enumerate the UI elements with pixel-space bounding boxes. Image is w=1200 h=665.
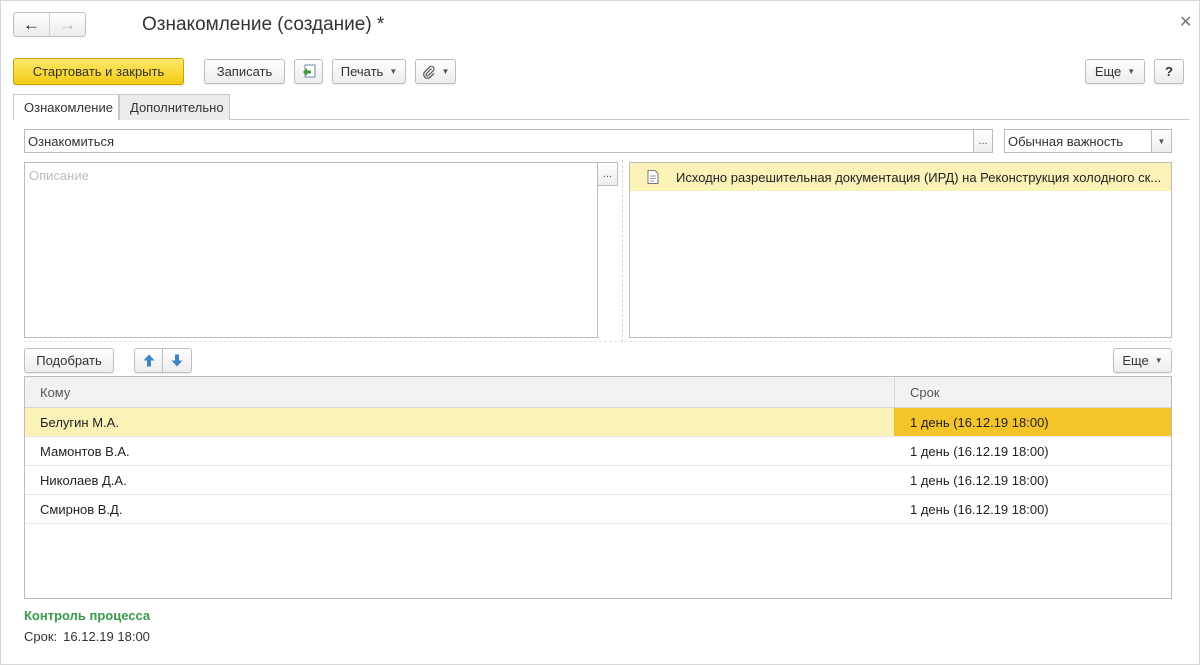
print-label: Печать	[340, 64, 384, 79]
term-cell[interactable]: 1 день (16.12.19 18:00)	[894, 437, 1171, 465]
participants-table: Кому Срок Белугин М.А. 1 день (16.12.19 …	[24, 376, 1172, 599]
arrow-right-icon[interactable]: →	[50, 13, 85, 36]
attachment-title: Исходно разрешительная документация (ИРД…	[676, 169, 1162, 185]
recipient-cell: Мамонтов В.А.	[40, 444, 130, 459]
recipient-cell: Белугин М.А.	[40, 415, 119, 430]
recipient-cell: Смирнов В.Д.	[40, 502, 123, 517]
subject-select-button[interactable]: ...	[973, 129, 993, 153]
navigation-buttons: ← →	[13, 12, 86, 37]
save-button[interactable]: Записать	[204, 59, 285, 84]
more-button[interactable]: Еще ▼	[1085, 59, 1145, 84]
term-cell[interactable]: 1 день (16.12.19 18:00)	[894, 495, 1171, 523]
document-icon	[647, 170, 659, 184]
description-textarea[interactable]: Описание	[24, 162, 598, 338]
table-row[interactable]: Мамонтов В.А. 1 день (16.12.19 18:00)	[25, 437, 1171, 466]
arrow-up-icon	[143, 354, 155, 367]
attachment-item[interactable]: Исходно разрешительная документация (ИРД…	[630, 163, 1171, 191]
pick-button[interactable]: Подобрать	[24, 348, 114, 373]
chevron-down-icon: ▼	[1154, 356, 1163, 365]
move-down-button[interactable]	[162, 348, 192, 373]
term-cell[interactable]: 1 день (16.12.19 18:00)	[894, 466, 1171, 494]
participants-more-label: Еще	[1122, 353, 1149, 368]
attachments-list: Исходно разрешительная документация (ИРД…	[629, 162, 1172, 338]
table-header: Кому Срок	[25, 377, 1171, 408]
chevron-down-icon[interactable]: ▼	[1151, 129, 1172, 153]
term-label: Срок:	[24, 629, 58, 644]
chevron-down-icon: ▼	[441, 67, 450, 76]
page-title: Ознакомление (создание) *	[142, 14, 385, 35]
tab-acquaintance[interactable]: Ознакомление	[13, 94, 119, 120]
paperclip-icon	[422, 65, 436, 79]
arrow-left-icon[interactable]: ←	[14, 13, 50, 36]
term-value: 16.12.19 18:00	[63, 629, 150, 644]
term-cell[interactable]: 1 день (16.12.19 18:00)	[894, 408, 1171, 436]
close-icon[interactable]: ✕	[1179, 12, 1192, 32]
attach-file-button[interactable]: ▼	[415, 59, 456, 84]
subject-input[interactable]: Ознакомиться	[24, 129, 974, 153]
table-row[interactable]: Николаев Д.А. 1 день (16.12.19 18:00)	[25, 466, 1171, 495]
process-control-title[interactable]: Контроль процесса	[24, 608, 150, 623]
tab-additional[interactable]: Дополнительно	[119, 94, 230, 120]
table-row[interactable]: Смирнов В.Д. 1 день (16.12.19 18:00)	[25, 495, 1171, 524]
chevron-down-icon: ▼	[1127, 67, 1136, 76]
move-up-button[interactable]	[134, 348, 163, 373]
process-control-term: Срок: 16.12.19 18:00	[24, 629, 150, 644]
column-separator[interactable]	[894, 377, 895, 408]
refresh-document-icon	[301, 64, 317, 79]
print-button[interactable]: Печать ▼	[332, 59, 406, 84]
table-row[interactable]: Белугин М.А. 1 день (16.12.19 18:00)	[25, 408, 1171, 437]
recipient-cell: Николаев Д.А.	[40, 473, 127, 488]
importance-select[interactable]: Обычная важность	[1004, 129, 1152, 153]
column-header-recipient[interactable]: Кому	[40, 385, 70, 400]
start-and-close-button[interactable]: Стартовать и закрыть	[13, 58, 184, 85]
section-divider	[24, 341, 1172, 342]
form-window: ← → Ознакомление (создание) * ✕ Стартова…	[0, 0, 1200, 665]
help-button[interactable]: ?	[1154, 59, 1184, 84]
description-select-button[interactable]: ...	[597, 162, 618, 186]
more-label: Еще	[1094, 64, 1122, 79]
arrow-down-icon	[171, 354, 183, 367]
column-header-term[interactable]: Срок	[910, 385, 940, 400]
participants-more-button[interactable]: Еще ▼	[1113, 348, 1172, 373]
panel-splitter[interactable]	[622, 160, 623, 342]
chevron-down-icon: ▼	[389, 67, 398, 76]
refresh-document-button[interactable]	[294, 59, 323, 84]
